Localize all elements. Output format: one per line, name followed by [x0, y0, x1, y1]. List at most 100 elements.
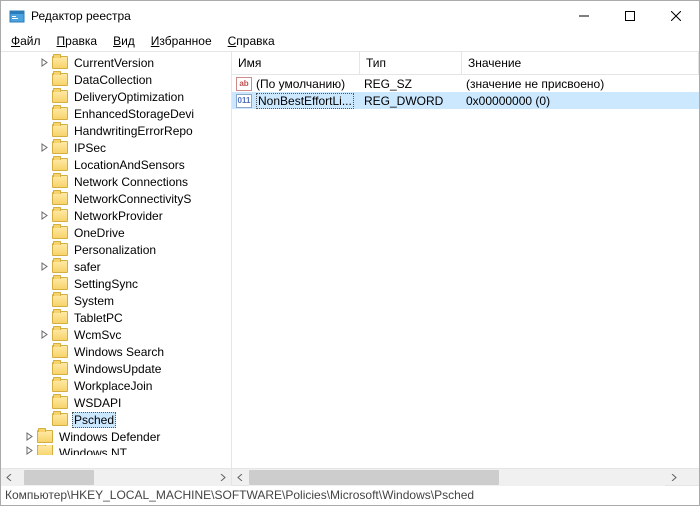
tree-label: WorkplaceJoin: [72, 379, 154, 393]
scroll-track[interactable]: [249, 469, 665, 486]
folder-icon: [37, 430, 53, 443]
tree-label: HandwritingErrorRepo: [72, 124, 195, 138]
tree-node[interactable]: TabletPC: [1, 309, 231, 326]
folder-icon: [52, 226, 68, 239]
scroll-right-button[interactable]: [214, 469, 231, 486]
tree-node[interactable]: OneDrive: [1, 224, 231, 241]
folder-icon: [52, 192, 68, 205]
tree-node[interactable]: HandwritingErrorRepo: [1, 122, 231, 139]
tree-node[interactable]: IPSec: [1, 139, 231, 156]
tree-node[interactable]: Personalization: [1, 241, 231, 258]
tree-node[interactable]: Psched: [1, 411, 231, 428]
scroll-left-button[interactable]: [1, 469, 18, 486]
folder-icon: [52, 124, 68, 137]
column-value[interactable]: Значение: [462, 52, 699, 74]
folder-icon: [52, 141, 68, 154]
expand-icon[interactable]: [39, 329, 50, 340]
scroll-left-button[interactable]: [232, 469, 249, 486]
folder-icon: [52, 396, 68, 409]
tree-label: CurrentVersion: [72, 56, 156, 70]
list-header: Имя Тип Значение: [232, 52, 699, 75]
window-title: Редактор реестра: [31, 9, 561, 23]
folder-icon: [52, 107, 68, 120]
tree-node[interactable]: SettingSync: [1, 275, 231, 292]
value-data: 0x00000000 (0): [462, 94, 699, 108]
tree-label: DataCollection: [72, 73, 154, 87]
value-type: REG_DWORD: [360, 94, 462, 108]
tree-node[interactable]: DeliveryOptimization: [1, 88, 231, 105]
tree-node[interactable]: Network Connections: [1, 173, 231, 190]
tree-label: Windows Search: [72, 345, 166, 359]
maximize-button[interactable]: [607, 1, 653, 31]
tree-node[interactable]: Windows NT: [1, 445, 231, 455]
tree-node[interactable]: Windows Search: [1, 343, 231, 360]
dword-value-icon: 011: [236, 94, 252, 108]
folder-icon: [52, 175, 68, 188]
minimize-button[interactable]: [561, 1, 607, 31]
list-row[interactable]: ab(По умолчанию)REG_SZ(значение не присв…: [232, 75, 699, 92]
tree-node[interactable]: WSDAPI: [1, 394, 231, 411]
titlebar[interactable]: Редактор реестра: [1, 1, 699, 31]
scroll-right-button[interactable]: [665, 469, 682, 486]
expand-icon[interactable]: [24, 431, 35, 442]
close-button[interactable]: [653, 1, 699, 31]
expand-icon[interactable]: [39, 261, 50, 272]
string-value-icon: ab: [236, 77, 252, 91]
folder-icon: [52, 345, 68, 358]
tree-label: Network Connections: [72, 175, 190, 189]
tree-node[interactable]: EnhancedStorageDevi: [1, 105, 231, 122]
menu-help[interactable]: Справка: [222, 32, 281, 50]
tree-label: Psched: [72, 412, 116, 428]
scroll-track[interactable]: [18, 469, 214, 486]
content-area: CurrentVersion DataCollectionDeliveryOpti…: [1, 52, 699, 485]
expand-icon[interactable]: [39, 142, 50, 153]
folder-icon: [52, 56, 68, 69]
list-view[interactable]: ab(По умолчанию)REG_SZ(значение не присв…: [232, 75, 699, 468]
folder-icon: [52, 260, 68, 273]
column-name[interactable]: Имя: [232, 52, 360, 74]
tree-hscrollbar[interactable]: [1, 468, 231, 485]
status-bar: Компьютер\HKEY_LOCAL_MACHINE\SOFTWARE\Po…: [1, 485, 699, 505]
expand-icon[interactable]: [39, 57, 50, 68]
tree-node[interactable]: NetworkConnectivityS: [1, 190, 231, 207]
tree-node[interactable]: Windows Defender: [1, 428, 231, 445]
tree-node[interactable]: System: [1, 292, 231, 309]
folder-icon: [52, 243, 68, 256]
folder-icon: [52, 73, 68, 86]
folder-icon: [52, 158, 68, 171]
menu-file[interactable]: Файл: [5, 32, 47, 50]
tree-node[interactable]: safer: [1, 258, 231, 275]
tree-pane: CurrentVersion DataCollectionDeliveryOpti…: [1, 52, 232, 485]
scroll-thumb[interactable]: [249, 470, 499, 485]
tree-label: WSDAPI: [72, 396, 123, 410]
value-data: (значение не присвоено): [462, 77, 699, 91]
tree-label: SettingSync: [72, 277, 140, 291]
list-row[interactable]: 011NonBestEffortLi...REG_DWORD0x00000000…: [232, 92, 699, 109]
folder-icon: [52, 328, 68, 341]
tree-label: Personalization: [72, 243, 158, 257]
menubar: Файл Правка Вид Избранное Справка: [1, 31, 699, 51]
tree-node[interactable]: CurrentVersion: [1, 54, 231, 71]
menu-edit[interactable]: Правка: [51, 32, 104, 50]
menu-view[interactable]: Вид: [107, 32, 141, 50]
tree-node[interactable]: WcmSvc: [1, 326, 231, 343]
tree-node[interactable]: LocationAndSensors: [1, 156, 231, 173]
tree-view[interactable]: CurrentVersion DataCollectionDeliveryOpti…: [1, 52, 231, 468]
scroll-thumb[interactable]: [24, 470, 94, 485]
expand-icon[interactable]: [24, 445, 35, 455]
expand-icon[interactable]: [39, 210, 50, 221]
tree-label: NetworkConnectivityS: [72, 192, 193, 206]
column-type[interactable]: Тип: [360, 52, 462, 74]
tree-node[interactable]: WorkplaceJoin: [1, 377, 231, 394]
folder-icon: [52, 209, 68, 222]
value-type: REG_SZ: [360, 77, 462, 91]
tree-node[interactable]: DataCollection: [1, 71, 231, 88]
tree-label: System: [72, 294, 116, 308]
tree-node[interactable]: WindowsUpdate: [1, 360, 231, 377]
folder-icon: [52, 294, 68, 307]
tree-label: Windows Defender: [57, 430, 162, 444]
menu-favorites[interactable]: Избранное: [145, 32, 218, 50]
tree-label: IPSec: [72, 141, 108, 155]
list-hscrollbar[interactable]: [232, 468, 699, 485]
tree-node[interactable]: NetworkProvider: [1, 207, 231, 224]
